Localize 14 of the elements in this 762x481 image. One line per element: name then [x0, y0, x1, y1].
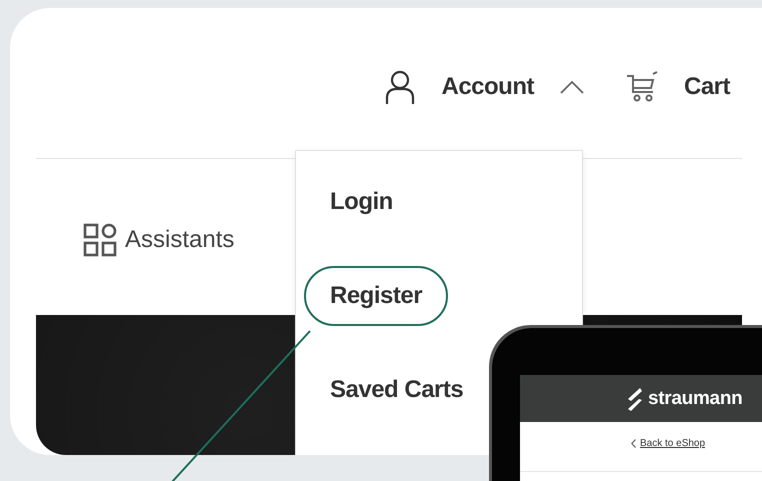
- assistants-link[interactable]: Assistants: [125, 226, 234, 254]
- cart-icon[interactable]: [626, 70, 658, 104]
- menu-item[interactable]: Login: [304, 172, 419, 232]
- account-menu-button[interactable]: Account: [441, 73, 534, 101]
- logo-icon: [626, 386, 644, 410]
- back-link[interactable]: Back to eShop: [640, 438, 706, 449]
- menu-item[interactable]: Saved Carts: [304, 360, 490, 420]
- user-icon[interactable]: [385, 70, 416, 104]
- menu-item[interactable]: Register: [304, 266, 448, 326]
- cart-link[interactable]: Cart: [684, 73, 730, 101]
- caret-icon[interactable]: [560, 80, 584, 94]
- grid-icon: [83, 223, 117, 257]
- chevron-left-icon: [631, 439, 636, 448]
- brand-logo: straumann: [648, 388, 742, 410]
